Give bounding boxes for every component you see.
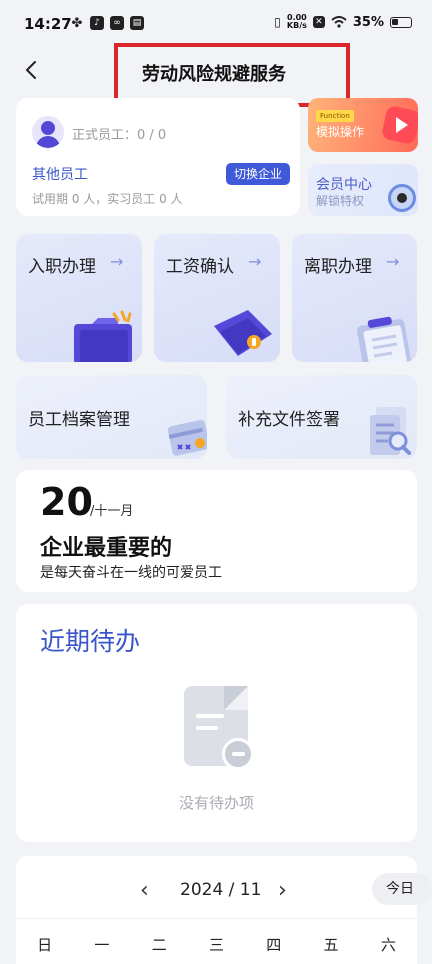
chevron-left-icon[interactable]: ‹	[140, 878, 149, 903]
other-employees-link[interactable]: 其他员工	[32, 164, 88, 184]
battery-icon	[390, 16, 412, 28]
tiktok-icon: ♪	[90, 16, 104, 30]
salary-confirm-tile[interactable]: 工资确认 →	[154, 234, 280, 362]
member-center-subtitle: 解锁特权	[316, 194, 365, 208]
weekday-label: 三	[208, 936, 224, 954]
member-center-title: 会员中心	[316, 177, 372, 193]
status-time: 14:27	[24, 15, 72, 33]
minus-circle-icon	[222, 738, 254, 770]
quote-day: 20	[40, 480, 93, 524]
play-icon	[396, 117, 408, 133]
tile-label: 离职办理	[304, 257, 372, 277]
today-button[interactable]: 今日	[372, 873, 432, 905]
weekday-header: 日 一 二 三 四 五 六	[16, 934, 417, 955]
quote-title: 企业最重要的	[40, 536, 173, 561]
tile-label: 补充文件签署	[238, 410, 340, 430]
todo-title: 近期待办	[40, 627, 141, 656]
weekday-label: 日	[37, 936, 53, 954]
app-icon: ▤	[130, 16, 144, 30]
back-arrow-icon[interactable]	[20, 58, 44, 82]
weekday-label: 六	[380, 936, 396, 954]
sim-icon: ✕	[312, 16, 325, 28]
arrow-right-icon: →	[248, 252, 262, 271]
supplementary-docs-tile[interactable]: 补充文件签署	[226, 375, 417, 459]
net-speed-unit: KB/s	[286, 21, 307, 30]
tile-label: 员工档案管理	[28, 410, 130, 430]
quote-subtitle: 是每天奋斗在一线的可爱员工	[40, 565, 222, 581]
vibrate-icon: ▯	[274, 15, 281, 29]
daily-quote-card: 20 /十一月 企业最重要的 是每天奋斗在一线的可爱员工	[16, 470, 417, 592]
todo-card: 近期待办 没有待办项	[16, 604, 417, 842]
employee-records-tile[interactable]: 员工档案管理	[16, 375, 207, 459]
resignation-tile[interactable]: 离职办理 →	[292, 234, 417, 362]
function-tag: Function	[316, 110, 354, 122]
empty-state-text: 没有待办项	[178, 794, 254, 812]
id-card-icon	[167, 419, 207, 456]
battery-level: 35%	[352, 14, 384, 30]
weekday-label: 四	[266, 936, 282, 954]
weekday-label: 二	[151, 936, 167, 954]
trial-info: 试用期 0 人，实习员工 0 人	[32, 192, 183, 206]
switch-company-button[interactable]: 切换企业	[226, 163, 290, 185]
arrow-right-icon: →	[110, 252, 124, 271]
member-center-card[interactable]: 会员中心 解锁特权	[308, 164, 418, 216]
chevron-right-icon[interactable]: ›	[278, 878, 287, 903]
status-notification-icons: ✤ ♪ ∞ ▤	[70, 15, 144, 31]
net-speed: 0.00 KB/s	[287, 14, 307, 30]
link-icon: ∞	[110, 16, 124, 30]
wallet-icon	[214, 310, 272, 356]
avatar	[32, 116, 64, 148]
quote-month: /十一月	[90, 504, 134, 519]
tile-label: 入职办理	[28, 257, 96, 277]
wifi-icon	[331, 16, 347, 28]
arrow-right-icon: →	[386, 252, 400, 271]
onboarding-tile[interactable]: 入职办理 →	[16, 234, 142, 362]
employee-card[interactable]: 正式员工：0 / 0 其他员工 切换企业 试用期 0 人，实习员工 0 人	[16, 98, 300, 216]
divider	[16, 918, 417, 919]
weekday-label: 五	[323, 936, 339, 954]
simulate-operation-card[interactable]: Function 模拟操作	[308, 98, 418, 152]
simulate-label: 模拟操作	[316, 125, 365, 139]
status-right: ▯ 0.00 KB/s ✕ 35%	[274, 14, 412, 30]
clipboard-icon	[356, 316, 412, 362]
weekday-label: 一	[94, 936, 110, 954]
folder-icon	[74, 310, 132, 362]
calendar-month: 2024 / 11	[180, 880, 262, 900]
pinwheel-icon: ✤	[71, 15, 83, 31]
tile-label: 工资确认	[166, 257, 234, 277]
document-search-icon	[370, 407, 411, 455]
employee-count: 正式员工：0 / 0	[72, 128, 167, 143]
calendar-card: ‹ 2024 / 11 › 今日 日 一 二 三 四 五 六	[16, 856, 432, 964]
